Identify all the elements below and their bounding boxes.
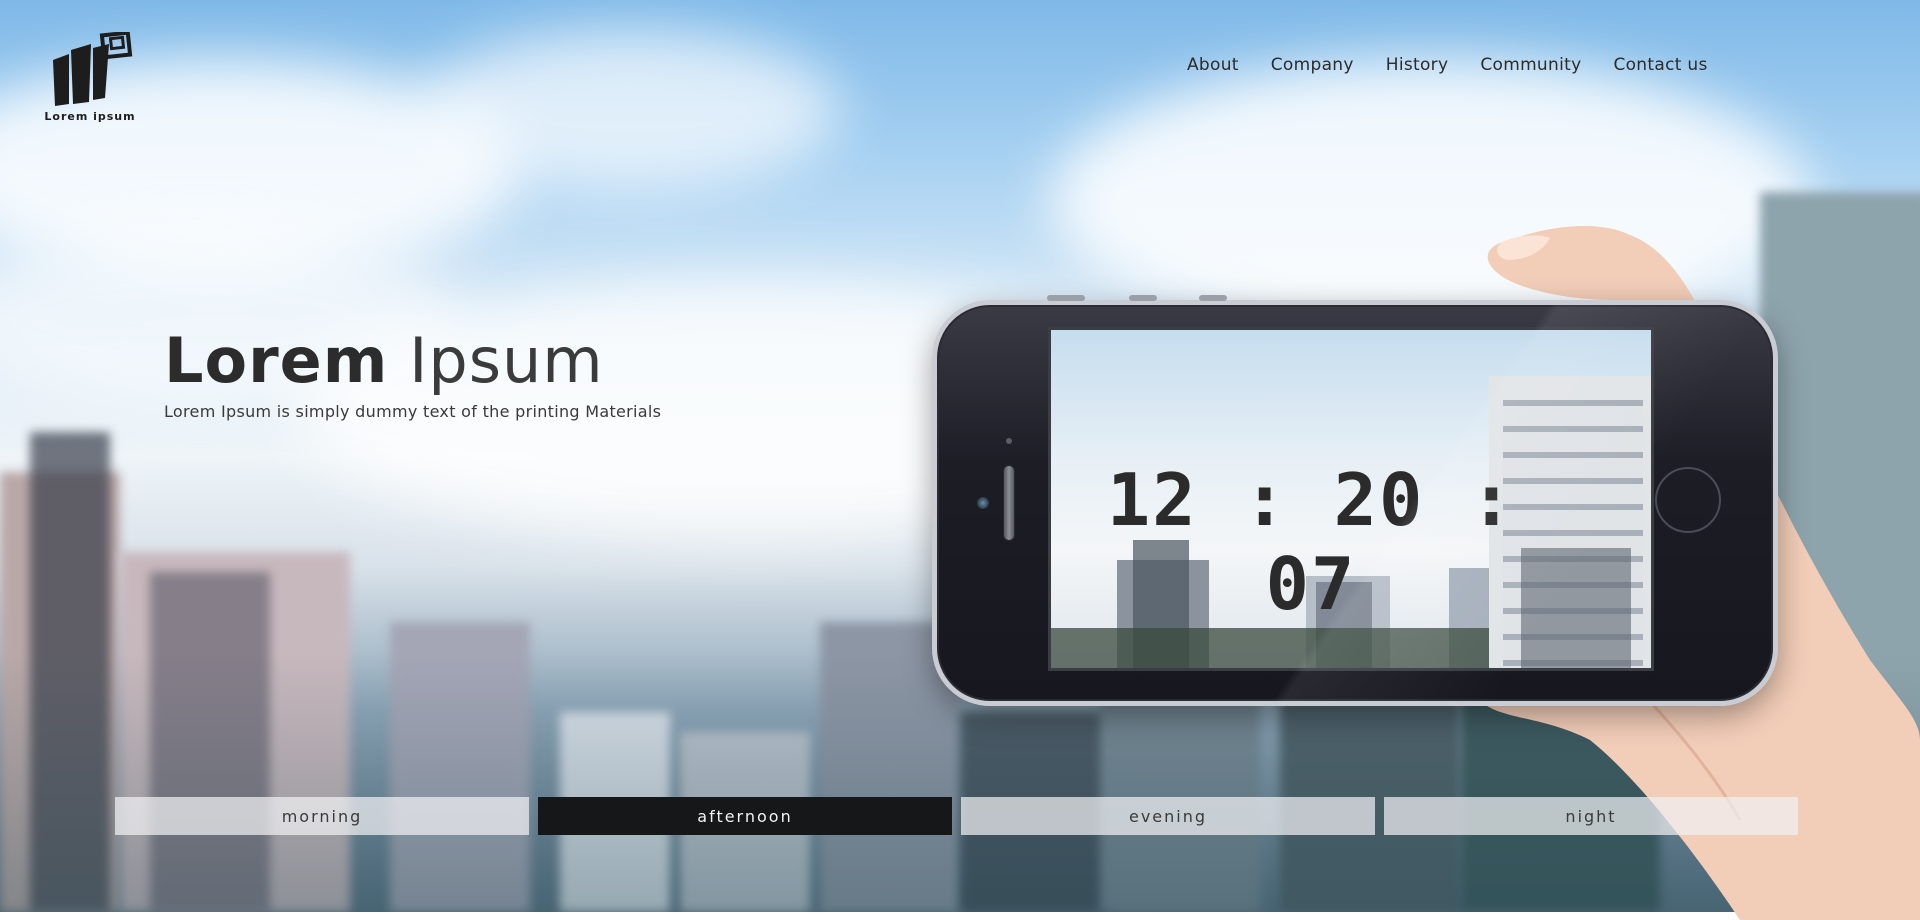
phone-screen: 12 : 20 : 07 xyxy=(1048,327,1654,671)
main-nav: About Company History Community Contact … xyxy=(1187,55,1708,75)
nav-history[interactable]: History xyxy=(1386,55,1449,75)
hero: Lorem Ipsum Lorem Ipsum is simply dummy … xyxy=(164,330,662,422)
tab-evening[interactable]: evening xyxy=(961,797,1375,835)
phone-mockup: 12 : 20 : 07 xyxy=(932,295,1778,706)
logo-buildings-icon xyxy=(53,32,133,106)
hero-subtitle: Lorem Ipsum is simply dummy text of the … xyxy=(164,402,662,421)
nav-company[interactable]: Company xyxy=(1271,55,1354,75)
nav-contact-us[interactable]: Contact us xyxy=(1613,55,1707,75)
logo-text: Lorem ipsum xyxy=(44,110,136,123)
phone-clock: 12 : 20 : 07 xyxy=(1106,458,1516,626)
hero-title: Lorem Ipsum xyxy=(164,330,661,392)
tab-night[interactable]: night xyxy=(1384,797,1798,835)
hero-title-bold: Lorem xyxy=(164,324,389,397)
tab-morning[interactable]: morning xyxy=(115,797,529,835)
phone-camera-icon xyxy=(977,497,989,509)
time-of-day-tabs: morning afternoon evening night xyxy=(115,797,1798,835)
site-logo[interactable]: Lorem ipsum xyxy=(42,32,138,123)
phone-home-button[interactable] xyxy=(1655,467,1721,533)
phone-speaker xyxy=(1003,465,1015,541)
nav-community[interactable]: Community xyxy=(1480,55,1581,75)
nav-about[interactable]: About xyxy=(1187,55,1239,75)
tab-afternoon[interactable]: afternoon xyxy=(538,797,952,835)
hero-title-light: Ipsum xyxy=(409,324,604,397)
